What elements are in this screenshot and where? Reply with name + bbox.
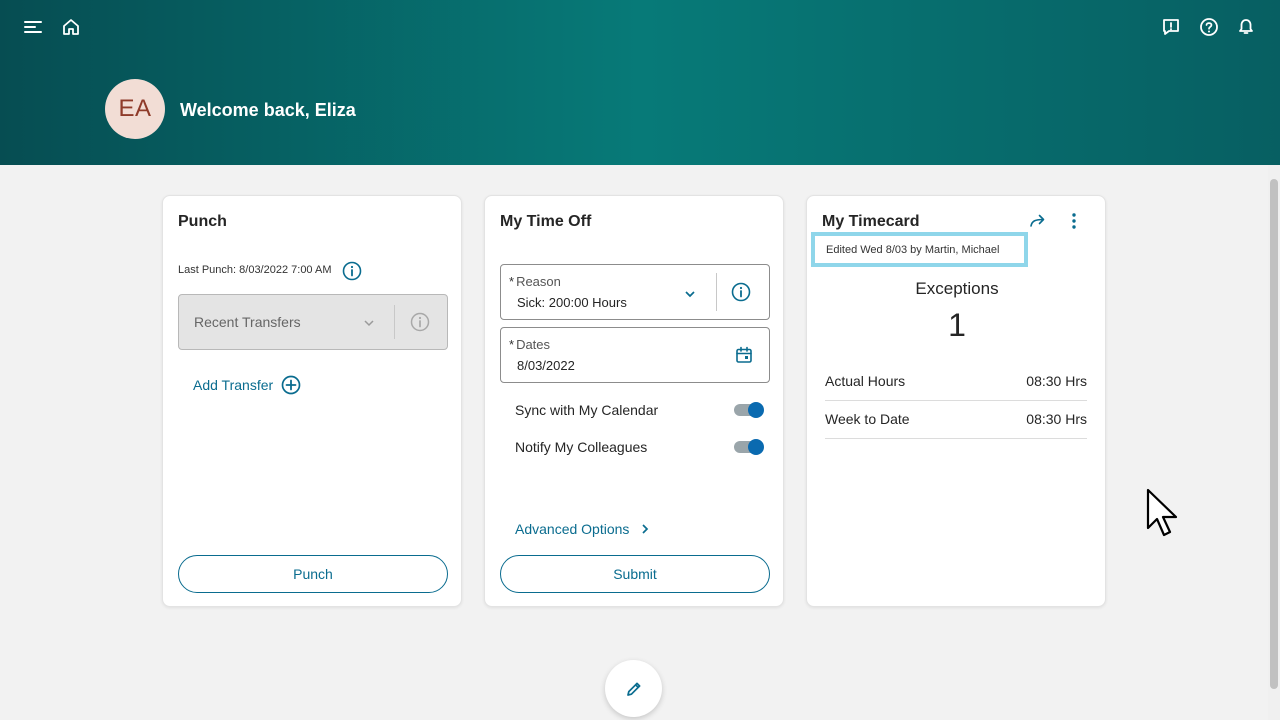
exceptions-count[interactable]: 1 — [807, 307, 1107, 344]
timecard-card-title: My Timecard — [822, 213, 920, 230]
recent-transfers-select: Recent Transfers — [178, 294, 448, 350]
time-off-card: My Time Off * Reason Sick: 200:00 Hours *… — [484, 195, 784, 607]
help-icon[interactable] — [1196, 14, 1222, 40]
header-banner: EA Welcome back, Eliza — [0, 0, 1280, 165]
punch-card-title: Punch — [178, 213, 227, 230]
sync-calendar-label: Sync with My Calendar — [515, 402, 659, 418]
timecard-card: My Timecard Edited Wed 8/03 by Martin, M… — [806, 195, 1106, 607]
info-icon — [410, 312, 430, 337]
edited-note: Edited Wed 8/03 by Martin, Michael — [811, 232, 1028, 267]
edit-fab-button[interactable] — [605, 660, 662, 717]
reason-label-text: Reason — [516, 274, 561, 289]
actual-hours-label: Actual Hours — [825, 373, 906, 389]
dates-value: 8/03/2022 — [517, 358, 575, 373]
notify-colleagues-toggle[interactable] — [734, 439, 764, 455]
week-to-date-label: Week to Date — [825, 411, 910, 427]
welcome-message: Welcome back, Eliza — [180, 100, 356, 120]
avatar-initials: EA — [118, 95, 152, 122]
avatar[interactable]: EA — [105, 79, 165, 139]
calendar-icon[interactable] — [735, 346, 753, 369]
toggle-knob — [748, 439, 764, 455]
scrollbar-thumb[interactable] — [1270, 179, 1278, 689]
chevron-right-icon — [641, 523, 649, 535]
toggle-knob — [748, 402, 764, 418]
last-punch-text: Last Punch: 8/03/2022 7:00 AM — [178, 264, 332, 276]
row-divider — [825, 400, 1087, 401]
page-scrollbar[interactable] — [1268, 165, 1280, 720]
advanced-options-label: Advanced Options — [515, 521, 630, 537]
reason-select[interactable]: * Reason Sick: 200:00 Hours — [500, 264, 770, 320]
chevron-down-icon — [684, 286, 696, 304]
row-divider — [825, 438, 1087, 439]
reason-label: * Reason — [509, 274, 561, 289]
sync-calendar-toggle[interactable] — [734, 402, 764, 418]
actual-hours-value: 08:30 Hrs — [1026, 373, 1087, 389]
punch-card: Punch Last Punch: 8/03/2022 7:00 AM Rece… — [162, 195, 462, 607]
week-to-date-value: 08:30 Hrs — [1026, 411, 1087, 427]
select-divider — [394, 305, 395, 339]
plus-circle-icon — [281, 375, 301, 395]
info-icon[interactable] — [731, 282, 751, 307]
menu-icon[interactable] — [20, 14, 46, 40]
recent-transfers-placeholder: Recent Transfers — [194, 314, 301, 330]
add-transfer-link[interactable]: Add Transfer — [193, 375, 301, 395]
dates-label-text: Dates — [516, 337, 551, 352]
dates-field[interactable]: * Dates 8/03/2022 — [500, 327, 770, 383]
exceptions-label: Exceptions — [915, 279, 999, 298]
add-transfer-label: Add Transfer — [193, 377, 274, 393]
edited-note-text: Edited Wed 8/03 by Martin, Michael — [826, 243, 1000, 256]
info-icon[interactable] — [342, 261, 362, 281]
dates-label: * Dates — [509, 337, 550, 352]
bell-icon[interactable] — [1233, 13, 1259, 39]
submit-button[interactable]: Submit — [500, 555, 770, 593]
required-mark: * — [509, 337, 515, 352]
home-icon[interactable] — [58, 14, 84, 40]
mouse-cursor-icon — [1146, 488, 1180, 540]
feedback-icon[interactable] — [1158, 14, 1184, 40]
share-arrow-icon[interactable] — [1029, 212, 1047, 235]
punch-button[interactable]: Punch — [178, 555, 448, 593]
reason-value: Sick: 200:00 Hours — [517, 295, 627, 310]
notify-colleagues-label: Notify My Colleagues — [515, 439, 648, 455]
required-mark: * — [509, 274, 515, 289]
time-off-card-title: My Time Off — [500, 213, 592, 230]
pencil-icon — [624, 679, 644, 699]
chevron-down-icon — [363, 315, 375, 333]
select-divider — [716, 273, 717, 311]
more-options-icon[interactable] — [1071, 212, 1077, 235]
advanced-options-link[interactable]: Advanced Options — [515, 521, 649, 537]
